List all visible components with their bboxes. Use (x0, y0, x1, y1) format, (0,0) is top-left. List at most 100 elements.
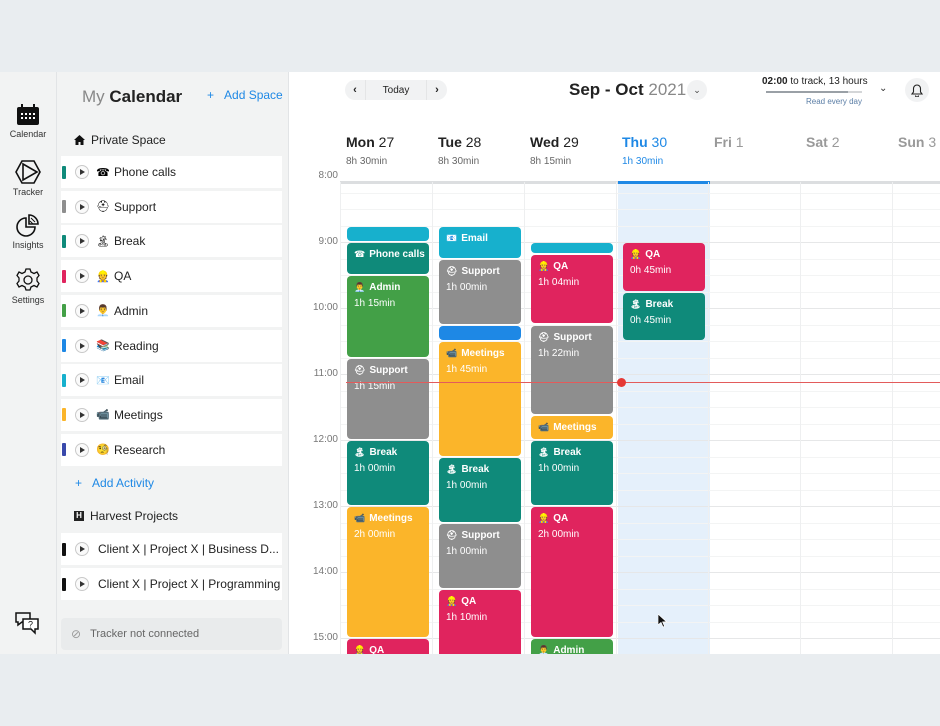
project-item[interactable]: Client X | Project X | Business D... (61, 533, 282, 565)
calendar-event-support[interactable]: ⛑ Support 1h 00min (439, 523, 521, 588)
activity-item[interactable]: 📧 Email (61, 364, 282, 397)
rail-item-calendar[interactable]: Calendar (0, 104, 56, 139)
activity-item[interactable]: 🏝 Break (61, 225, 282, 258)
calendar-event-support[interactable]: ⛑ Support 1h 00min (439, 259, 521, 324)
notifications-button[interactable] (905, 78, 929, 102)
help-chat-button[interactable]: ? (14, 611, 40, 640)
play-icon[interactable] (75, 303, 89, 318)
calendar-event-qa[interactable]: 👷 QA 2h 00min (531, 507, 613, 637)
day-name: Sun 3 (898, 134, 940, 150)
hour-gridline (340, 440, 940, 441)
calendar-event-meetings[interactable]: 📹 Meetings (531, 415, 613, 439)
day-header-sat[interactable]: Sat 2 (806, 134, 898, 156)
bell-icon (911, 83, 923, 97)
day-header-sun[interactable]: Sun 3 (898, 134, 940, 156)
calendar-event-meetings[interactable]: 📹 Meetings 1h 45min (439, 342, 521, 456)
private-space-heading[interactable]: Private Space (74, 133, 166, 147)
event-duration: 1h 00min (446, 545, 488, 557)
track-progress-bar (766, 91, 862, 93)
tracker-status[interactable]: ⊘ Tracker not connected (61, 618, 282, 650)
period-dropdown-button[interactable]: ⌄ (687, 80, 707, 100)
time-label: 11:00 (313, 368, 338, 379)
prev-week-button[interactable]: ‹ (345, 80, 365, 100)
calendar-event-break[interactable]: 🏝 Break 1h 00min (347, 441, 429, 505)
quarter-gridline (340, 588, 940, 590)
calendar-event-admin[interactable]: 👨‍💼 Admin (531, 639, 613, 654)
quarter-gridline (340, 192, 940, 194)
activity-item[interactable]: 👷 QA (61, 260, 282, 293)
event-title: Meetings (553, 421, 597, 433)
event-title-row: 👷 QA (630, 249, 699, 260)
activity-name: Admin (114, 303, 149, 318)
current-time-line (346, 381, 940, 383)
day-header-thu[interactable]: Thu 30 1h 30min (622, 134, 714, 167)
calendar-event-break[interactable]: 🏝 Break 1h 00min (531, 441, 613, 505)
play-icon[interactable] (75, 373, 89, 388)
chevron-down-icon: ⌄ (879, 83, 888, 94)
play-icon[interactable] (75, 234, 89, 249)
day-header-tue[interactable]: Tue 28 8h 30min (438, 134, 530, 167)
event-title-row: 👷 QA (354, 645, 423, 654)
calendar-event-break[interactable]: 🏝 Break 1h 00min (439, 457, 521, 522)
activity-color-bar (62, 408, 66, 422)
day-header-wed[interactable]: Wed 29 8h 15min (530, 134, 622, 167)
event-title-row: 👷 QA (538, 513, 607, 524)
activity-item[interactable]: 📹 Meetings (61, 398, 282, 431)
calendar-event-qa[interactable]: 👷 QA (347, 639, 429, 654)
play-icon[interactable] (75, 577, 89, 591)
tracking-dropdown-button[interactable]: ⌄ (879, 83, 887, 94)
hour-gridline (340, 506, 940, 507)
play-icon[interactable] (75, 338, 89, 353)
day-header-mon[interactable]: Mon 27 8h 30min (346, 134, 438, 167)
date-navigation: ‹ Today › (345, 80, 447, 100)
day-name: Wed 29 (530, 134, 622, 150)
calendar-event[interactable] (531, 243, 613, 254)
project-color-bar (62, 577, 66, 591)
calendar-event-admin[interactable]: 👨‍💼 Admin 1h 15min (347, 276, 429, 357)
activity-item[interactable]: 🧐 Research (61, 433, 282, 466)
add-space-button[interactable]: + Add Space (207, 88, 283, 102)
calendar-event-qa[interactable]: 👷 QA 0h 45min (623, 243, 705, 291)
play-icon[interactable] (75, 269, 89, 284)
track-amount: 02:00 (762, 76, 788, 87)
calendar-event-email[interactable]: 📧 Email (439, 226, 521, 258)
calendar-event-qa[interactable]: 👷 QA 1h 04min (531, 255, 613, 324)
play-icon[interactable] (75, 199, 89, 214)
project-item[interactable]: Client X | Project X | Programming (61, 568, 282, 600)
rail-item-settings[interactable]: Settings (0, 268, 56, 305)
rail-item-tracker[interactable]: Tracker (0, 160, 56, 197)
calendar-event-support[interactable]: ⛑ Support 1h 15min (347, 358, 429, 439)
day-number: 30 (651, 134, 668, 150)
next-week-button[interactable]: › (427, 80, 447, 100)
rail-item-insights[interactable]: Insights (0, 213, 56, 250)
quarter-gridline (340, 539, 940, 540)
activity-item[interactable]: 👨‍💼 Admin (61, 294, 282, 327)
event-title-row: 📹 Meetings (446, 348, 515, 359)
activity-item[interactable]: 📚 Reading (61, 329, 282, 362)
calendar-event-phone-calls[interactable]: ☎ Phone calls (347, 243, 429, 274)
play-icon[interactable] (75, 542, 89, 556)
calendar-event-support[interactable]: ⛑ Support 1h 22min (531, 325, 613, 414)
play-icon[interactable] (75, 165, 89, 179)
track-subtitle[interactable]: Read every day (762, 97, 862, 106)
event-title: Break (461, 463, 490, 475)
activity-item[interactable]: ⛑ Support (61, 190, 282, 223)
play-icon[interactable] (75, 442, 89, 457)
day-header-fri[interactable]: Fri 1 (714, 134, 806, 156)
today-button[interactable]: Today (365, 80, 427, 100)
time-label: 15:00 (312, 632, 338, 643)
day-total: 8h 30min (346, 156, 388, 167)
rail-label: Settings (11, 295, 45, 305)
calendar-event-break[interactable]: 🏝 Break 0h 45min (623, 292, 705, 340)
hour-gridline (340, 638, 940, 639)
activity-item[interactable]: ☎ Phone calls (61, 156, 282, 188)
calendar-event-meetings[interactable]: 📹 Meetings 2h 00min (347, 507, 429, 637)
calendar-event-qa[interactable]: 👷 QA 1h 10min (439, 589, 521, 654)
project-name: Client X | Project X | Programming (98, 577, 281, 591)
harvest-projects-heading[interactable]: H Harvest Projects (74, 509, 178, 523)
calendar-event[interactable] (347, 226, 429, 241)
add-activity-button[interactable]: + Add Activity (75, 476, 154, 490)
day-weekday: Sat (806, 134, 828, 150)
calendar-event[interactable] (439, 325, 521, 340)
play-icon[interactable] (75, 407, 89, 422)
